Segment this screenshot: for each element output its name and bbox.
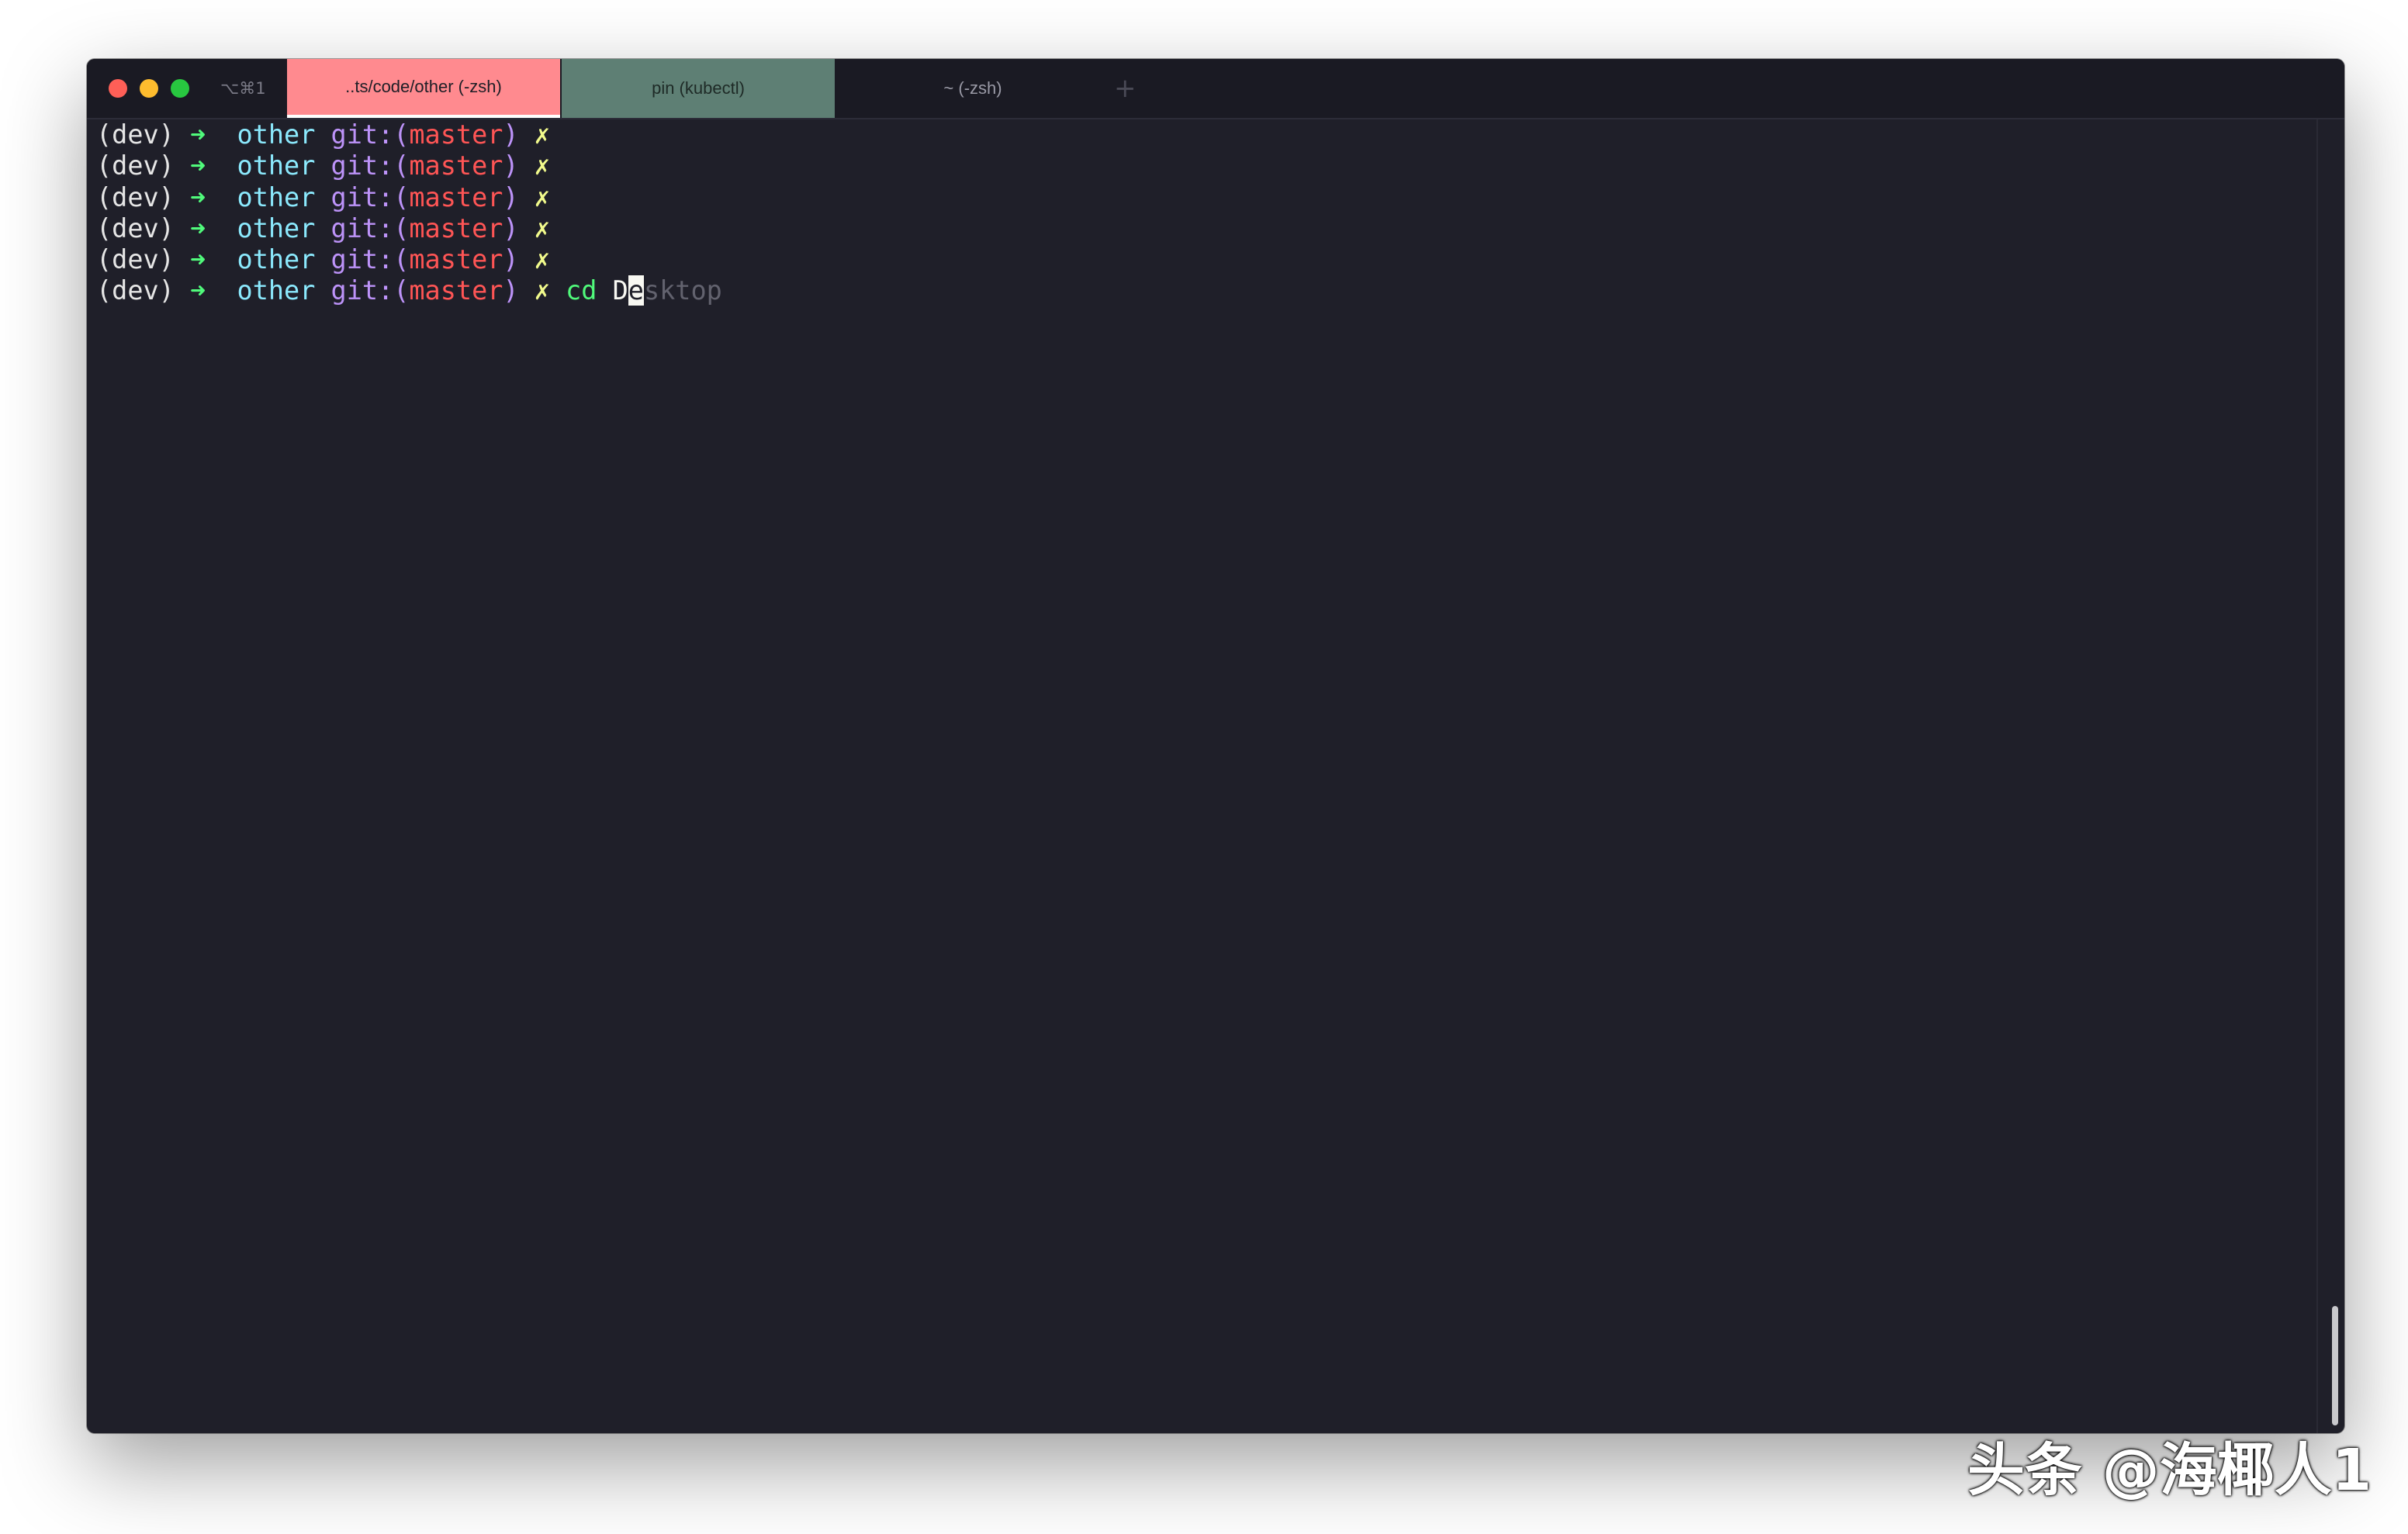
new-tab-button[interactable]: + bbox=[1114, 73, 1137, 104]
text-cursor: e bbox=[628, 275, 644, 306]
tab-label: pin (kubectl) bbox=[652, 78, 745, 98]
scrollbar-thumb[interactable] bbox=[2332, 1306, 2338, 1425]
prompt-arrow-icon: ➜ bbox=[190, 119, 206, 150]
git-suffix: ) bbox=[503, 150, 519, 181]
git-branch: master bbox=[409, 244, 503, 275]
directory-label: other bbox=[237, 181, 316, 212]
tab-pin-kubectl[interactable]: pin (kubectl) bbox=[562, 59, 835, 118]
directory-label: other bbox=[237, 212, 316, 244]
git-prefix: git:( bbox=[330, 150, 410, 181]
git-prefix: git:( bbox=[330, 119, 410, 150]
terminal-window: ⌥⌘1 ..ts/code/other (-zsh) pin (kubectl)… bbox=[87, 59, 2344, 1433]
git-branch: master bbox=[409, 150, 503, 181]
terminal-output[interactable]: (dev) ➜ other git:(master) ✗ (dev) ➜ oth… bbox=[87, 119, 2344, 1433]
prompt-line: (dev) ➜ other git:(master) ✗ bbox=[96, 182, 2344, 213]
git-branch: master bbox=[409, 212, 503, 244]
typed-text: D bbox=[612, 275, 628, 306]
env-label: (dev) bbox=[96, 181, 175, 212]
title-bar: ⌥⌘1 ..ts/code/other (-zsh) pin (kubectl)… bbox=[87, 59, 2344, 119]
git-branch: master bbox=[409, 181, 503, 212]
git-suffix: ) bbox=[503, 119, 519, 150]
prompt-arrow-icon: ➜ bbox=[190, 212, 206, 244]
git-branch: master bbox=[409, 275, 503, 306]
env-label: (dev) bbox=[96, 150, 175, 181]
prompt-line: (dev) ➜ other git:(master) ✗ bbox=[96, 119, 2344, 150]
dirty-marker-icon: ✗ bbox=[534, 244, 550, 275]
watermark-text: 头条 @海椰人1 bbox=[1967, 1437, 2372, 1504]
tab-label: ~ (-zsh) bbox=[943, 78, 1002, 98]
prompt-line-active[interactable]: (dev) ➜ other git:(master) ✗ cd Desktop bbox=[96, 275, 2344, 306]
prompt-line: (dev) ➜ other git:(master) ✗ bbox=[96, 244, 2344, 275]
git-prefix: git:( bbox=[330, 181, 410, 212]
git-suffix: ) bbox=[503, 275, 519, 306]
dirty-marker-icon: ✗ bbox=[534, 181, 550, 212]
minimize-window-button[interactable] bbox=[140, 79, 158, 98]
maximize-window-button[interactable] bbox=[171, 79, 189, 98]
directory-label: other bbox=[237, 150, 316, 181]
directory-label: other bbox=[237, 244, 316, 275]
git-suffix: ) bbox=[503, 244, 519, 275]
close-window-button[interactable] bbox=[109, 79, 127, 98]
prompt-arrow-icon: ➜ bbox=[190, 181, 206, 212]
git-suffix: ) bbox=[503, 212, 519, 244]
env-label: (dev) bbox=[96, 244, 175, 275]
git-prefix: git:( bbox=[330, 212, 410, 244]
prompt-arrow-icon: ➜ bbox=[190, 244, 206, 275]
directory-label: other bbox=[237, 119, 316, 150]
window-shortcut: ⌥⌘1 bbox=[220, 79, 266, 98]
scrollbar-track[interactable] bbox=[2316, 119, 2335, 1433]
dirty-marker-icon: ✗ bbox=[534, 212, 550, 244]
command-text: cd bbox=[566, 275, 597, 306]
prompt-arrow-icon: ➜ bbox=[190, 150, 206, 181]
tab-label: ..ts/code/other (-zsh) bbox=[345, 77, 502, 96]
prompt-arrow-icon: ➜ bbox=[190, 275, 206, 306]
dirty-marker-icon: ✗ bbox=[534, 119, 550, 150]
autosuggestion-text: sktop bbox=[643, 275, 722, 306]
prompt-line: (dev) ➜ other git:(master) ✗ bbox=[96, 150, 2344, 181]
env-label: (dev) bbox=[96, 275, 175, 306]
git-branch: master bbox=[409, 119, 503, 150]
git-prefix: git:( bbox=[330, 244, 410, 275]
dirty-marker-icon: ✗ bbox=[534, 150, 550, 181]
directory-label: other bbox=[237, 275, 316, 306]
env-label: (dev) bbox=[96, 212, 175, 244]
git-prefix: git:( bbox=[330, 275, 410, 306]
tab-home-zsh[interactable]: ~ (-zsh) bbox=[836, 59, 1109, 118]
git-suffix: ) bbox=[503, 181, 519, 212]
env-label: (dev) bbox=[96, 119, 175, 150]
dirty-marker-icon: ✗ bbox=[534, 275, 550, 306]
prompt-line: (dev) ➜ other git:(master) ✗ bbox=[96, 213, 2344, 244]
tab-other-zsh[interactable]: ..ts/code/other (-zsh) bbox=[287, 59, 560, 118]
